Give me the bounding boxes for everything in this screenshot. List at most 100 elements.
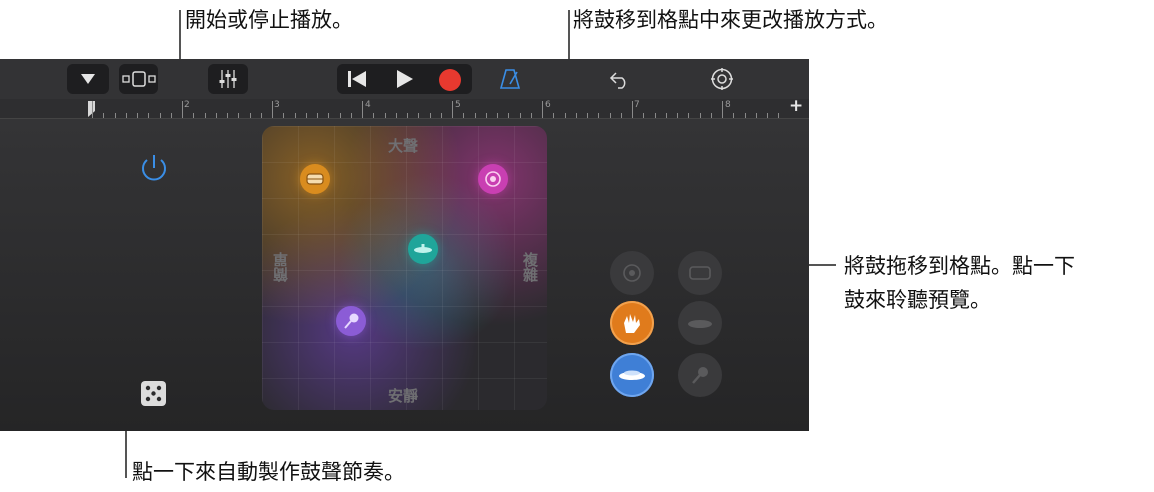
callout-play-stop: 開始或停止播放。 [185,8,353,32]
ruler-tick [722,101,723,118]
undo-icon [609,72,626,89]
callout-autoplay: 點一下來自動製作鼓聲節奏。 [132,460,405,484]
ruler-tick [362,101,363,118]
cymbal-puck[interactable] [408,234,438,264]
ruler-mark: 4 [365,100,371,110]
ruler-tick [148,113,149,118]
power-button[interactable] [138,152,170,184]
tracks-view-button[interactable] [119,64,158,94]
ruler-tick [193,113,194,118]
ruler-tick [171,113,172,118]
pad-label-left: 簡單 [272,252,290,282]
record-icon [439,69,461,91]
ruler-tick [283,113,284,118]
callout-drag-grid: 將鼓移到格點中來更改播放方式。 [573,8,888,32]
ruler-tick [733,113,734,118]
ruler-tick [542,101,543,118]
shaker-icon [692,367,708,384]
ruler-tick [227,113,228,118]
dice-icon [141,381,166,406]
ruler-tick [182,101,183,118]
kick-drum-puck[interactable] [478,164,508,194]
mixer-icon [219,70,237,88]
ruler-tick [745,113,746,118]
play-icon [397,70,413,88]
pad-label-right: 複雜 [521,252,539,282]
ruler[interactable]: 2 3 4 5 6 7 8 + [0,96,809,119]
autoplay-dice-button[interactable] [140,380,167,407]
clap-icon [624,314,640,333]
xy-pad[interactable]: 大聲 安靜 簡單 複雜 [262,126,547,410]
ruler-tick [520,113,521,118]
snare-drum-icon [689,266,711,280]
ruler-tick [497,113,498,118]
ruler-tick [677,113,678,118]
snare-drum-puck[interactable] [300,164,330,194]
cymbal-icon [688,320,712,328]
ruler-tick [475,113,476,118]
mixer-button[interactable] [208,64,248,94]
ruler-tick [317,113,318,118]
ruler-tick [126,113,127,118]
ruler-tick [778,113,779,118]
dropdown-button[interactable] [67,64,109,94]
ruler-tick [250,113,251,118]
settings-icon [711,68,733,90]
ruler-tick [351,113,352,118]
add-section-button[interactable]: + [789,96,803,116]
ruler-tick [598,113,599,118]
ruler-tick [621,113,622,118]
drummer-editor: 重設 大聲 安靜 簡單 複雜 [0,119,809,431]
undo-button[interactable] [607,67,633,91]
ruler-tick [103,113,104,118]
ruler-tick [587,113,588,118]
ruler-tick [711,113,712,118]
library-snare-drum[interactable] [678,251,722,295]
ruler-tick [565,113,566,118]
ruler-tick [441,113,442,118]
toolbar [0,59,809,99]
library-shaker[interactable] [678,353,722,397]
play-button[interactable] [391,68,419,90]
ruler-mark: 2 [184,100,190,110]
go-to-start-button[interactable] [343,68,371,90]
ruler-tick [756,113,757,118]
library-clap[interactable] [610,301,654,345]
ruler-mark: 3 [274,100,280,110]
shaker-puck[interactable] [336,306,366,336]
pad-label-bottom: 安靜 [388,387,419,405]
ruler-tick [666,113,667,118]
ruler-tick [137,113,138,118]
ruler-tick [553,113,554,118]
ruler-tick [238,113,239,118]
ruler-tick [115,113,116,118]
ruler-tick [486,113,487,118]
ruler-tick [205,113,206,118]
library-cymbal[interactable] [678,301,722,345]
library-kick-drum[interactable] [610,251,654,295]
ruler-tick [340,113,341,118]
settings-button[interactable] [708,66,736,92]
ruler-tick [531,113,532,118]
record-button[interactable] [437,67,463,93]
hihat-icon [619,370,645,380]
pad-label-top: 大聲 [388,137,419,155]
ruler-tick [463,113,464,118]
ruler-tick [430,113,431,118]
shaker-icon [344,313,359,329]
drummer-app: 2 3 4 5 6 7 8 + 重設 大聲 [0,59,809,431]
ruler-tick [328,113,329,118]
ruler-tick [700,113,701,118]
ruler-mark: 6 [545,100,551,110]
ruler-tick [385,113,386,118]
ruler-tick [396,113,397,118]
library-hihat[interactable] [610,353,654,397]
metronome-button[interactable] [497,67,523,91]
ruler-tick [216,113,217,118]
tracks-view-icon [121,71,156,87]
dropdown-icon [81,74,95,84]
ruler-tick [632,101,633,118]
ruler-tick [160,113,161,118]
power-icon [142,155,166,181]
metronome-icon [499,69,521,89]
